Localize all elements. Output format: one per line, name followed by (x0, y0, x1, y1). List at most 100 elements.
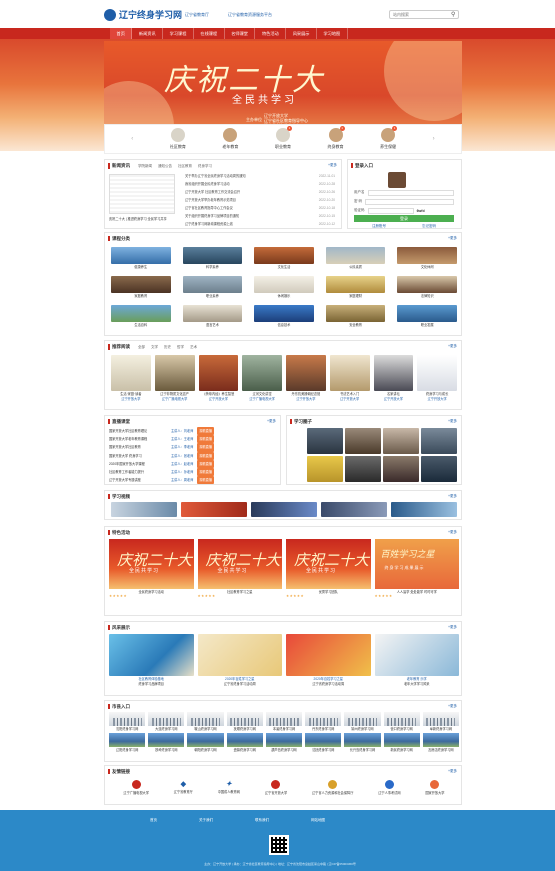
search-input[interactable] (389, 10, 459, 19)
course-item[interactable]: 休闲娱乐 (254, 276, 314, 298)
city-item[interactable]: 丹东终身学习网 (305, 712, 342, 731)
course-item[interactable]: 语言艺术 (182, 305, 243, 327)
nav-item-map[interactable]: 学习地图 (317, 28, 348, 39)
forgot-password-link[interactable]: 忘记密码 (422, 224, 436, 229)
video-thumb[interactable] (111, 502, 177, 517)
news-more-link[interactable]: +更多 (328, 163, 337, 168)
circle-photo[interactable] (307, 428, 343, 454)
link-resource-platform[interactable]: 辽宁省教育资源服务平台 (228, 12, 272, 18)
site-logo[interactable]: 辽宁终身学习网 (104, 8, 182, 21)
news-featured-image[interactable] (109, 174, 175, 214)
city-item[interactable]: 葫芦岛终身学习网 (265, 733, 303, 752)
link-education-dept[interactable]: 辽宁省教育厅 (185, 12, 209, 18)
circle-photo[interactable] (383, 456, 419, 482)
friend-link[interactable]: 国家开放大学 (425, 780, 445, 795)
circle-photo[interactable] (307, 456, 343, 482)
book-item[interactable]: 丹东抗美援朝纪念馆 辽宁开放大学 (286, 355, 326, 401)
live-row[interactable]: 社区教育工作者能力提升 主讲人：孙老师 观看直播 (109, 468, 279, 477)
quick-icon-community[interactable]: 社区教育 (170, 128, 186, 150)
live-row[interactable]: 2020年国家开放大学课程 主讲人：赵老师 观看直播 (109, 459, 279, 469)
course-item[interactable]: 文化生活 (254, 247, 314, 269)
friend-link[interactable]: ✦ 中国成人教育网 (218, 780, 240, 795)
showcase-card[interactable]: 社区教育体验基地 终身学习品牌项目 (109, 634, 194, 686)
city-item[interactable]: 阜新终身学习网 (422, 712, 459, 731)
courses-more-link[interactable]: +更多 (448, 236, 457, 241)
username-field[interactable] (367, 189, 454, 196)
live-row[interactable]: 国家开放大学老年教育课程 主讲人：王老师 观看直播 (109, 435, 279, 444)
login-button[interactable]: 登录 (354, 215, 454, 222)
friend-link[interactable]: 辽宁广播电视大学 (123, 780, 149, 795)
nav-item-events[interactable]: 特色活动 (255, 28, 287, 39)
event-card[interactable]: 庆祝二十大 全民共学习 优秀学习团队 ★★★★★ (286, 539, 371, 598)
video-thumb[interactable] (321, 502, 387, 517)
event-card[interactable]: 百姓学习之星 终身学习成果展示 人人皆学 处处能学 时时可学 ★★★★★ (374, 539, 459, 598)
news-item[interactable]: 我省组织开展全民终身学习活动 2022-10-28 (185, 180, 335, 188)
friend-link[interactable]: 辽宁省开放大学 (265, 780, 287, 795)
city-item[interactable]: 抚顺终身学习网 (226, 712, 263, 731)
city-item[interactable]: 新民终身学习网 (383, 733, 420, 752)
book-item[interactable]: 生活·家庭·读者 辽宁开放大学 (111, 355, 151, 401)
search-icon[interactable]: ⚲ (451, 11, 455, 18)
nav-item-courses[interactable]: 学习课程 (163, 28, 194, 39)
recommend-more-link[interactable]: +更多 (448, 344, 457, 349)
city-item[interactable]: 铁岭终身学习网 (148, 733, 185, 752)
circle-photo[interactable] (421, 428, 457, 454)
city-item[interactable]: 营口终身学习网 (383, 712, 420, 731)
news-tab[interactable]: 通知公告 (158, 164, 172, 169)
footer-link-about[interactable]: 关于我们 (199, 818, 213, 823)
book-item[interactable]: 辽河文化讲堂 辽宁广播电视大学 (242, 355, 282, 401)
course-item[interactable]: 生活百科 (111, 305, 171, 327)
news-item[interactable]: 辽宁省社区教育指导中心工作会议 2022-10-18 (185, 204, 335, 212)
city-item[interactable]: 辽阳终身学习网 (109, 733, 146, 752)
study-circle-more-link[interactable]: +更多 (448, 419, 457, 424)
city-item[interactable]: 大连终身学习网 (148, 712, 185, 731)
city-item[interactable]: 盘锦终身学习网 (226, 733, 263, 752)
news-item[interactable]: 关于举办辽宁省全民终身学习活动周的通知 2022-11-01 (185, 172, 335, 180)
course-item[interactable]: 家庭教育 (111, 276, 171, 298)
news-tab[interactable]: 学院新闻 (138, 164, 152, 169)
friend-links-more[interactable]: +更多 (448, 769, 457, 774)
city-item[interactable]: 瓦房店终身学习网 (422, 733, 459, 752)
course-item[interactable]: 家庭理财 (325, 276, 386, 298)
news-item[interactable]: 关于组织开展终身学习品牌项目的通知 2022-10-15 (185, 212, 335, 220)
footer-link-home[interactable]: 首页 (150, 818, 157, 823)
showcase-more-link[interactable]: +更多 (448, 625, 457, 630)
course-item[interactable]: 公民素质 (325, 247, 386, 269)
news-item[interactable]: 辽宁开放大学 社区教育工作交流会召开 2022-10-26 (185, 188, 335, 196)
showcase-card[interactable]: 2020年百姓学习之星 辽宁省终身学习活动周 (286, 634, 371, 686)
cities-more-link[interactable]: +更多 (448, 704, 457, 709)
book-item[interactable]: 辽宁非物质文化遗产 辽宁广播电视大学 (154, 355, 195, 401)
news-item[interactable]: 辽宁开放大学举办老年教育示范项目 2022-10-20 (185, 196, 335, 204)
footer-link-contact[interactable]: 联系我们 (255, 818, 269, 823)
course-item[interactable]: 职业发展 (397, 305, 457, 327)
course-item[interactable]: 健康养生 (111, 247, 171, 269)
nav-item-showcase[interactable]: 风采展示 (286, 28, 317, 39)
city-item[interactable]: 本溪终身学习网 (265, 712, 303, 731)
nav-item-news[interactable]: 新闻资讯 (132, 28, 164, 39)
recommend-tab[interactable]: 哲学 (177, 345, 184, 350)
recommend-tab[interactable]: 文学 (151, 345, 158, 350)
live-row[interactable]: 辽宁开放大学专题讲座 主讲人：周老师 观看直播 (109, 476, 279, 485)
nav-item-online[interactable]: 在线课程 (194, 28, 225, 39)
events-more-link[interactable]: +更多 (448, 530, 457, 535)
recommend-tab[interactable]: 全部 (138, 345, 145, 350)
live-row[interactable]: 国家开放大学社区教育 主讲人：李老师 观看直播 (109, 443, 279, 452)
captcha-image[interactable]: 6wfd (417, 209, 425, 213)
book-item[interactable]: 《黄帝内经》养生智慧 辽宁开放大学 (198, 355, 239, 401)
city-item[interactable]: 长兴岛终身学习网 (344, 733, 381, 752)
book-item[interactable]: 书法艺术入门 辽宁开放大学 (329, 355, 370, 401)
nav-item-teachers[interactable]: 名师课堂 (225, 28, 256, 39)
circle-photo[interactable] (421, 456, 457, 482)
recommend-tab[interactable]: 艺术 (190, 345, 197, 350)
event-card[interactable]: 庆祝二十大 全民共学习 社区教育学习之星 ★★★★★ (197, 539, 282, 598)
live-row[interactable]: 国家开放大学 终身学习 主讲人：张老师 观看直播 (109, 451, 279, 460)
register-link[interactable]: 注册账号 (372, 224, 386, 229)
chevron-left-icon[interactable]: ‹ (131, 136, 133, 142)
nav-item-home[interactable]: 首页 (110, 28, 133, 39)
learn-video-more-link[interactable]: +更多 (448, 494, 457, 499)
news-featured-caption[interactable]: 庆祝二十大 | 推进终身学习 全民学习共享 (109, 216, 179, 221)
city-item[interactable]: 沈抚终身学习网 (305, 733, 342, 752)
quick-icon-elderly[interactable]: 老年教育 (222, 128, 238, 150)
city-item[interactable]: 锦州终身学习网 (344, 712, 381, 731)
course-item[interactable]: 科学素养 (182, 247, 243, 269)
